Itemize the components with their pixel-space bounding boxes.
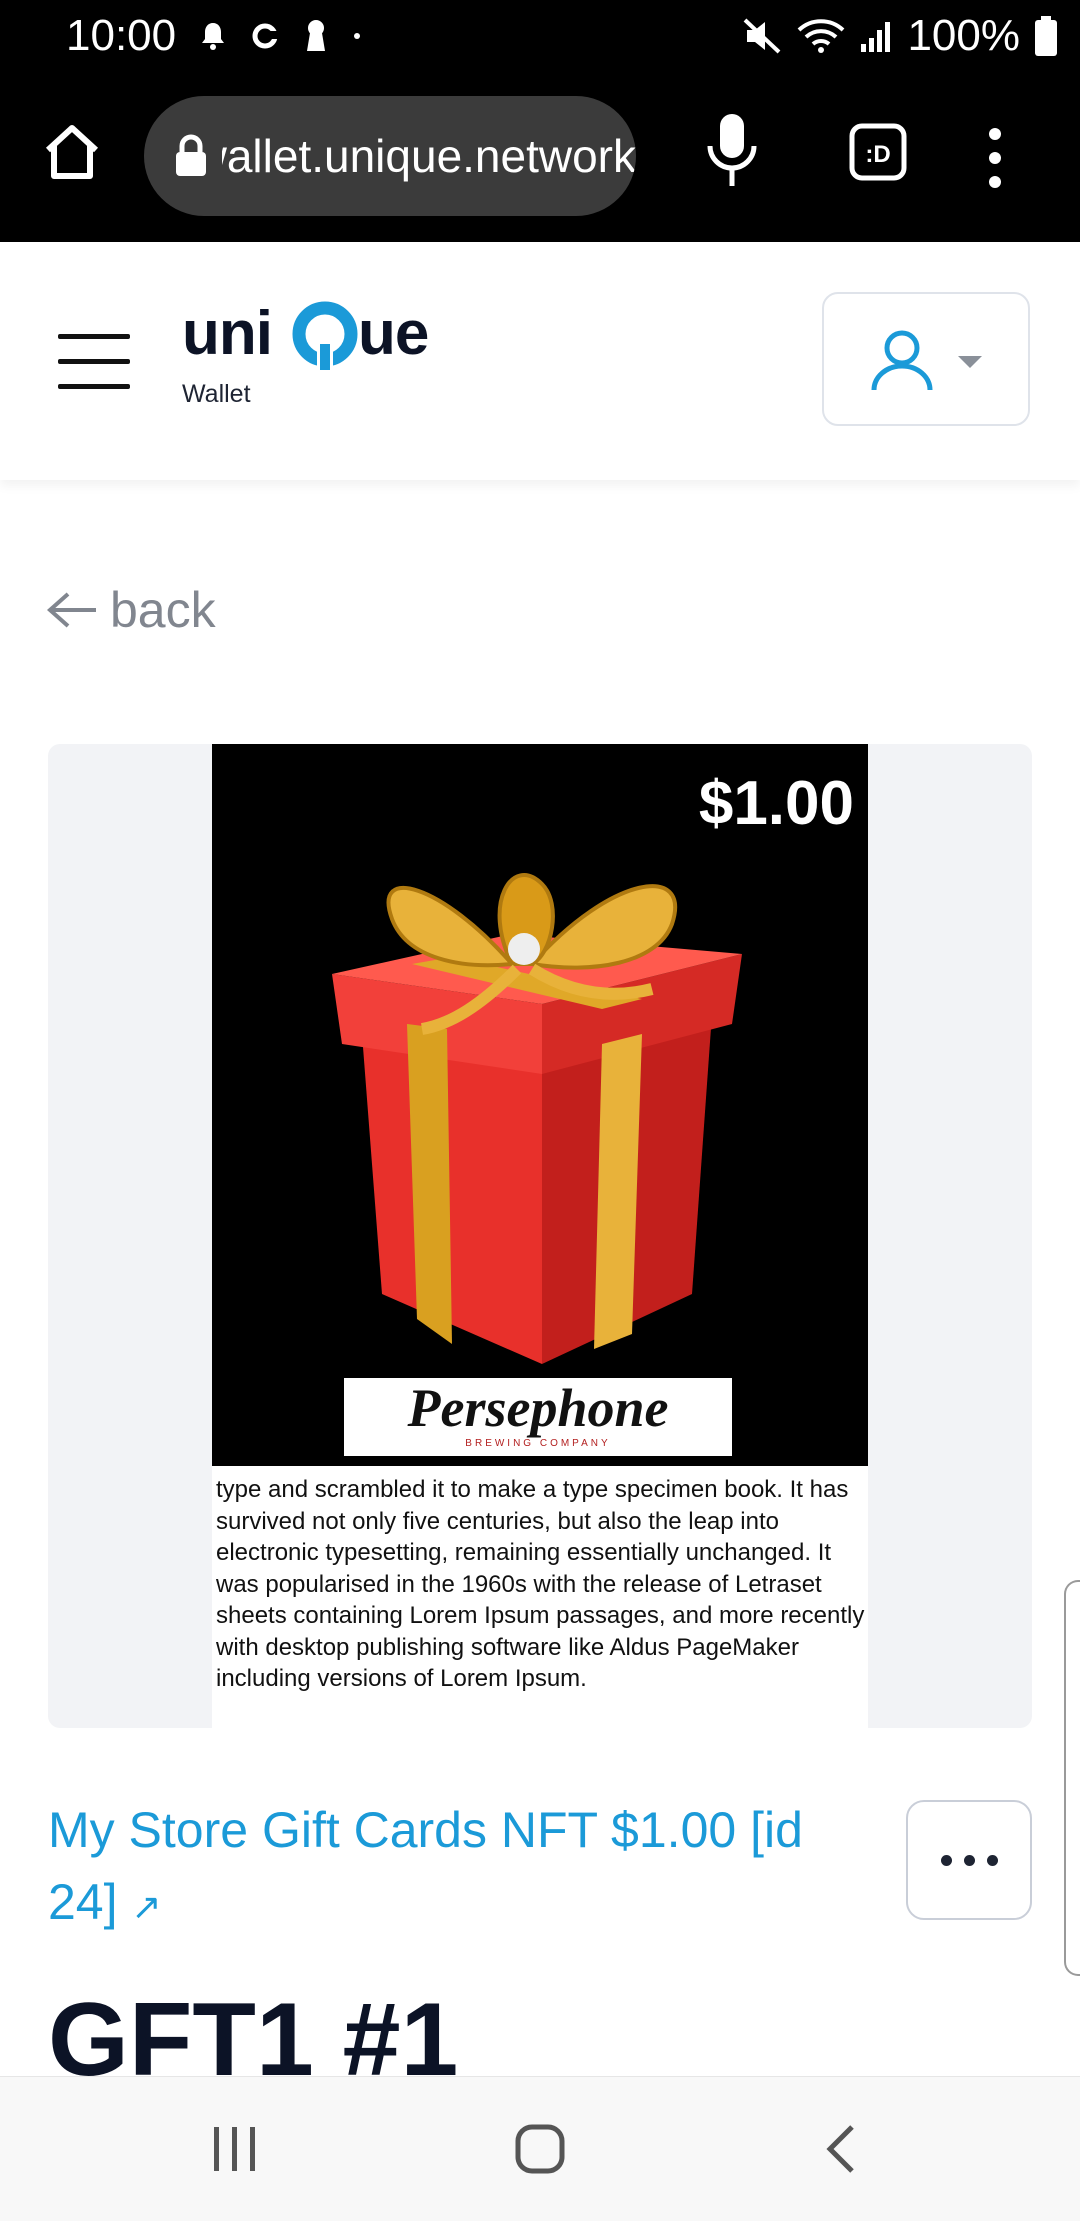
hamburger-menu-icon[interactable] (58, 334, 134, 394)
logo-subtitle: Wallet (182, 380, 251, 408)
notification-bell-icon (202, 23, 224, 50)
signal-icon (861, 22, 891, 52)
collection-link[interactable]: My Store Gift Cards NFT $1.00 [id 24] ↗ (48, 1794, 868, 1943)
notification-icons (200, 14, 362, 58)
mute-icon (744, 18, 781, 54)
nft-image-artwork: $1.00 Persephone BREWING COMPANY (212, 744, 868, 1466)
mic-icon[interactable] (702, 108, 762, 192)
dot-icon (354, 33, 360, 39)
battery-icon (1035, 16, 1057, 56)
keyhole-icon (307, 20, 325, 51)
nft-image[interactable]: $1.00 Persephone BREWING COMPANY type an… (212, 744, 868, 1728)
wifi-icon (798, 19, 845, 53)
more-vertical-icon[interactable] (980, 118, 1010, 198)
clock-text: 10:00 (66, 11, 177, 60)
lock-icon (176, 134, 206, 176)
brand-name: Persephone (407, 1378, 669, 1438)
system-icons: 100% (743, 8, 1058, 64)
browser-toolbar: wallet.unique.network :D (0, 72, 1080, 242)
home-icon[interactable] (40, 120, 104, 184)
unique-logo[interactable]: uni ue (182, 296, 462, 376)
system-navigation-bar (0, 2076, 1080, 2221)
back-label: back (110, 582, 216, 638)
svg-text::D: :D (865, 141, 890, 168)
tabs-icon[interactable]: :D (846, 120, 910, 184)
brand-subtitle: BREWING COMPANY (465, 1438, 611, 1449)
more-dot-icon (940, 1854, 952, 1866)
chevron-down-icon (958, 356, 982, 368)
recent-apps-icon[interactable] (210, 2121, 260, 2177)
nft-image-card: $1.00 Persephone BREWING COMPANY type an… (48, 744, 1032, 1728)
edge-panel-handle[interactable] (1064, 1580, 1080, 1976)
svg-text:uni: uni (182, 299, 272, 368)
battery-percent: 100% (907, 11, 1020, 60)
nft-image-text: type and scrambled it to make a type spe… (216, 1476, 865, 1692)
arrow-left-icon (46, 592, 96, 628)
account-button[interactable] (822, 292, 1030, 426)
back-chevron-icon[interactable] (822, 2121, 862, 2177)
status-bar: 10:00 100% (0, 0, 1080, 72)
url-text[interactable]: wallet.unique.network (222, 124, 636, 188)
back-link[interactable]: back (46, 578, 216, 642)
brand-logo-box: Persephone BREWING COMPANY (344, 1378, 732, 1456)
user-icon (871, 330, 933, 391)
url-bar[interactable]: wallet.unique.network (144, 96, 636, 216)
more-dot-icon (986, 1854, 998, 1866)
sync-icon (252, 23, 278, 49)
external-link-icon: ↗ (131, 1886, 162, 1927)
app-header: uni ue Wallet (0, 242, 1080, 480)
svg-text:ue: ue (358, 299, 428, 368)
home-circle-icon[interactable] (514, 2121, 566, 2177)
more-dot-icon (963, 1854, 975, 1866)
more-options-button[interactable] (906, 1800, 1032, 1920)
gift-box-illustration (332, 873, 742, 1364)
